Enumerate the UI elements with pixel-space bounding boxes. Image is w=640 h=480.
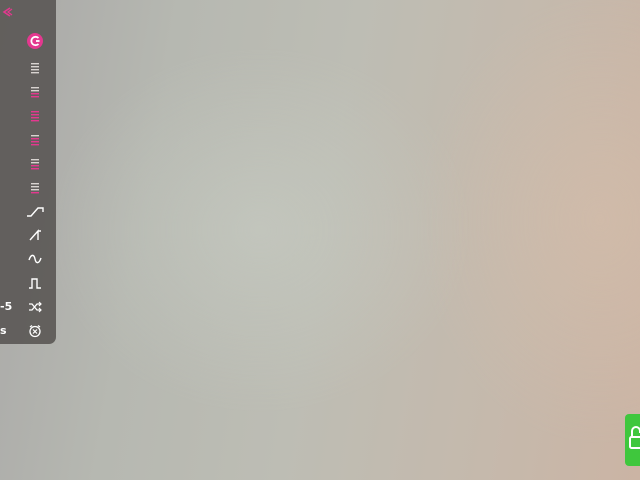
track-list-icon-4[interactable]: [25, 130, 45, 150]
waveform-item-6[interactable]: s: [0, 320, 56, 342]
track-item-6[interactable]: [0, 177, 56, 199]
track-item-5[interactable]: [0, 153, 56, 175]
alarm-clock-icon[interactable]: [25, 321, 45, 341]
random-wave-icon[interactable]: [25, 297, 45, 317]
track-list-icon-2[interactable]: [25, 82, 45, 102]
track-item-2[interactable]: [0, 81, 56, 103]
waveform-item-4[interactable]: [0, 272, 56, 294]
waveform-item-3[interactable]: [0, 248, 56, 270]
brand-swirl-icon[interactable]: [25, 31, 45, 51]
track-list-icon-6[interactable]: [25, 178, 45, 198]
waveform-item-1[interactable]: [0, 200, 56, 222]
unlocked-padlock-icon: [629, 426, 640, 449]
brand-row[interactable]: [0, 30, 56, 52]
collapse-row[interactable]: [0, 1, 56, 23]
waveform-item-2[interactable]: [0, 224, 56, 246]
square-wave-icon[interactable]: [25, 273, 45, 293]
track-item-4[interactable]: [0, 129, 56, 151]
side-panel: -5 s: [0, 0, 56, 344]
track-list-icon-3[interactable]: [25, 106, 45, 126]
waveform-label-6: s: [0, 324, 7, 337]
track-list-icon-5[interactable]: [25, 154, 45, 174]
track-item-1[interactable]: [0, 57, 56, 79]
track-list-icon-1[interactable]: [25, 58, 45, 78]
sine-wave-icon[interactable]: [25, 249, 45, 269]
lock-toggle-button[interactable]: [625, 414, 640, 466]
waveform-item-5[interactable]: -5: [0, 296, 56, 318]
track-item-3[interactable]: [0, 105, 56, 127]
ramp-up-wave-icon[interactable]: [25, 201, 45, 221]
waveform-label-5: -5: [0, 300, 13, 313]
collapse-chevron-icon[interactable]: [0, 2, 14, 22]
sawtooth-wave-icon[interactable]: [25, 225, 45, 245]
